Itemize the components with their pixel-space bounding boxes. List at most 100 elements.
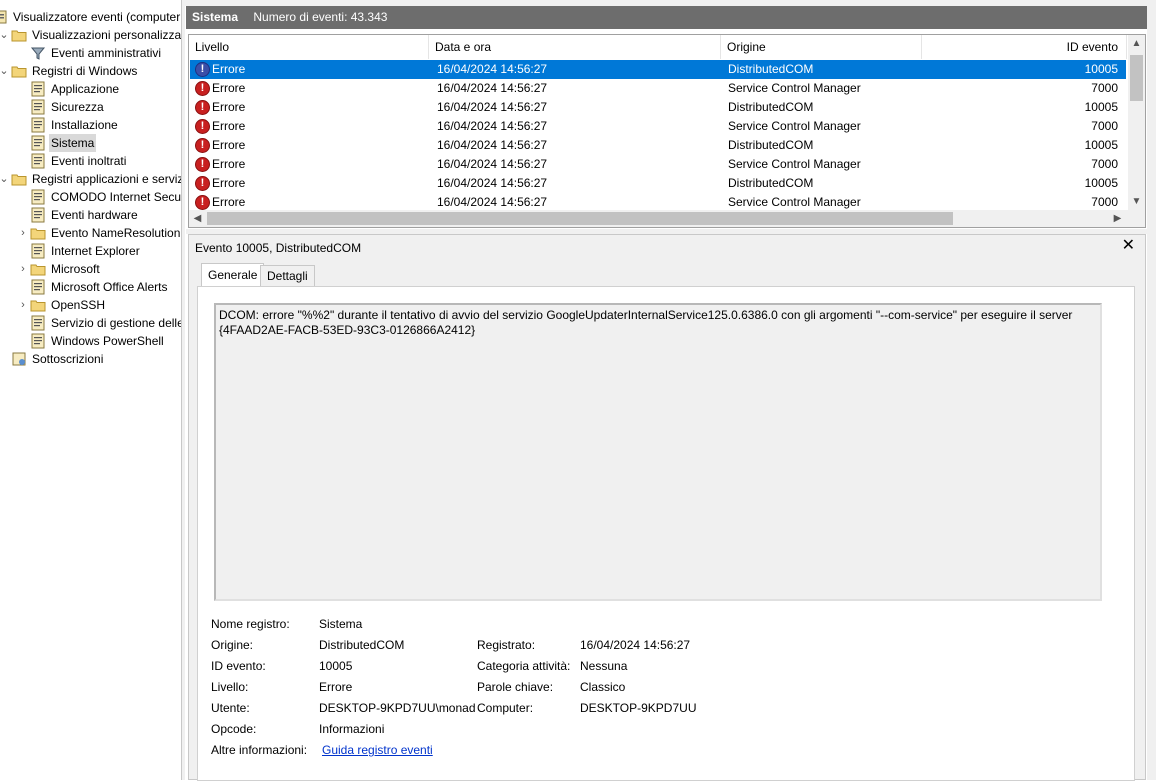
chevron-down-icon[interactable]: ⌄ (0, 26, 10, 44)
scrollbar-thumb[interactable] (1130, 55, 1143, 101)
cell-event-id: 10005 (1084, 138, 1118, 152)
general-tab-panel: DCOM: errore "%%2" durante il tentativo … (197, 286, 1135, 781)
tree-item-label: Internet Explorer (51, 244, 140, 258)
navigation-tree: Visualizzatore eventi (computer ⌄ Visual… (0, 0, 182, 780)
event-log-help-link[interactable]: Guida registro eventi (322, 741, 433, 759)
chevron-down-icon[interactable]: ⌄ (0, 170, 10, 188)
prop-value-user: DESKTOP-9KPD7UU\monad (319, 701, 476, 715)
tab-general[interactable]: Generale (201, 263, 265, 287)
log-icon (31, 99, 45, 115)
prop-label-computer: Computer: (477, 701, 534, 715)
filter-icon (30, 47, 46, 60)
column-header-date[interactable]: Data e ora (429, 35, 721, 59)
prop-label-opcode: Opcode: (211, 722, 257, 736)
prop-value-computer: DESKTOP-9KPD7UU (580, 701, 697, 715)
cell-date: 16/04/2024 14:56:27 (437, 100, 548, 114)
cell-date: 16/04/2024 14:56:27 (437, 176, 548, 190)
table-row[interactable]: ! Errore 16/04/2024 14:56:27 Service Con… (190, 117, 1126, 136)
error-icon: ! (195, 157, 210, 172)
cell-source: DistributedCOM (728, 62, 814, 76)
cell-source: DistributedCOM (728, 100, 814, 114)
prop-value-source: DistributedCOM (319, 638, 405, 652)
table-row[interactable]: ! Errore 16/04/2024 14:56:27 Service Con… (190, 155, 1126, 174)
chevron-down-icon[interactable]: ⌄ (0, 62, 10, 80)
log-icon (31, 315, 45, 331)
prop-value-event-id: 10005 (319, 659, 353, 673)
table-row[interactable]: ! Errore 16/04/2024 14:56:27 Distributed… (190, 60, 1126, 79)
horizontal-scrollbar[interactable]: ◀ ▶ (189, 210, 1145, 227)
event-viewer-icon (0, 10, 7, 24)
prop-label-log-name: Nome registro: (211, 617, 290, 631)
log-title: Sistema (192, 10, 239, 24)
cell-event-id: 7000 (1091, 157, 1118, 171)
prop-value-level: Errore (319, 680, 353, 694)
cell-level: Errore (212, 62, 246, 76)
cell-source: DistributedCOM (728, 176, 814, 190)
cell-event-id: 10005 (1084, 62, 1118, 76)
cell-event-id: 7000 (1091, 119, 1118, 133)
tree-item-label: Evento NameResolution (51, 226, 181, 240)
tree-item-label: Applicazione (51, 82, 120, 96)
cell-event-id: 10005 (1084, 100, 1118, 114)
prop-value-log-name: Sistema (319, 617, 363, 631)
chevron-right-icon[interactable]: › (17, 260, 29, 278)
prop-label-more-info: Altre informazioni: (211, 743, 308, 757)
window-right-border (1147, 0, 1156, 780)
tree-item-label: OpenSSH (51, 298, 106, 312)
log-header: Sistema Numero di eventi: 43.343 (186, 6, 1147, 29)
close-icon[interactable]: ✕ (1122, 237, 1135, 255)
error-icon: ! (195, 62, 210, 77)
folder-icon (11, 66, 27, 78)
tree-item-label: Visualizzatore eventi (computer (13, 10, 181, 24)
tree-item-label: Servizio di gestione delle (51, 316, 182, 330)
cell-level: Errore (212, 157, 246, 171)
tree-splitter[interactable] (181, 0, 185, 780)
chevron-right-icon[interactable]: › (17, 224, 29, 242)
scrollbar-thumb[interactable] (207, 212, 953, 225)
tree-item-label: Visualizzazioni personalizzate (32, 28, 182, 42)
scroll-left-icon[interactable]: ◀ (189, 210, 206, 227)
column-header-level[interactable]: Livello (189, 35, 429, 59)
tree-item-label: Eventi amministrativi (51, 46, 162, 60)
chevron-right-icon[interactable]: › (17, 296, 29, 314)
table-row[interactable]: ! Errore 16/04/2024 14:56:27 Distributed… (190, 136, 1126, 155)
vertical-scrollbar[interactable]: ▲ ▼ (1128, 35, 1145, 210)
folder-icon (11, 30, 27, 42)
log-icon (31, 189, 45, 205)
cell-source: Service Control Manager (728, 81, 861, 95)
column-header-event-id[interactable]: ID evento (922, 35, 1127, 59)
log-icon (31, 81, 45, 97)
cell-source: Service Control Manager (728, 157, 861, 171)
scroll-down-icon[interactable]: ▼ (1128, 193, 1145, 210)
subscription-icon (12, 352, 26, 366)
prop-label-user: Utente: (211, 701, 250, 715)
tree-item-label: Sottoscrizioni (32, 352, 104, 366)
table-row[interactable]: ! Errore 16/04/2024 14:56:27 Distributed… (190, 98, 1126, 117)
prop-label-event-id: ID evento: (211, 659, 266, 673)
tree-item-label: Windows PowerShell (51, 334, 164, 348)
prop-label-logged: Registrato: (477, 638, 536, 652)
prop-value-task-category: Nessuna (580, 659, 628, 673)
cell-source: Service Control Manager (728, 119, 861, 133)
cell-level: Errore (212, 138, 246, 152)
tab-details[interactable]: Dettagli (260, 265, 315, 287)
event-message[interactable]: DCOM: errore "%%2" durante il tentativo … (214, 303, 1102, 601)
table-row[interactable]: ! Errore 16/04/2024 14:56:27 Service Con… (190, 79, 1126, 98)
error-icon: ! (195, 81, 210, 96)
tree-item-label: Eventi hardware (51, 208, 138, 222)
cell-level: Errore (212, 100, 246, 114)
cell-level: Errore (212, 119, 246, 133)
tree-item-label: Sistema (49, 134, 97, 152)
tree-item-label: Eventi inoltrati (51, 154, 127, 168)
tree-item-label: Microsoft Office Alerts (51, 280, 168, 294)
column-header-source[interactable]: Origine (721, 35, 922, 59)
prop-label-keywords: Parole chiave: (477, 680, 554, 694)
scroll-right-icon[interactable]: ▶ (1109, 210, 1126, 227)
table-row[interactable]: ! Errore 16/04/2024 14:56:27 Distributed… (190, 174, 1126, 193)
event-count: Numero di eventi: 43.343 (253, 10, 388, 24)
event-detail-pane: Evento 10005, DistributedCOM ✕ Generale … (188, 234, 1146, 781)
scroll-up-icon[interactable]: ▲ (1128, 35, 1145, 52)
cell-level: Errore (212, 81, 246, 95)
log-icon (31, 279, 45, 295)
error-icon: ! (195, 138, 210, 153)
